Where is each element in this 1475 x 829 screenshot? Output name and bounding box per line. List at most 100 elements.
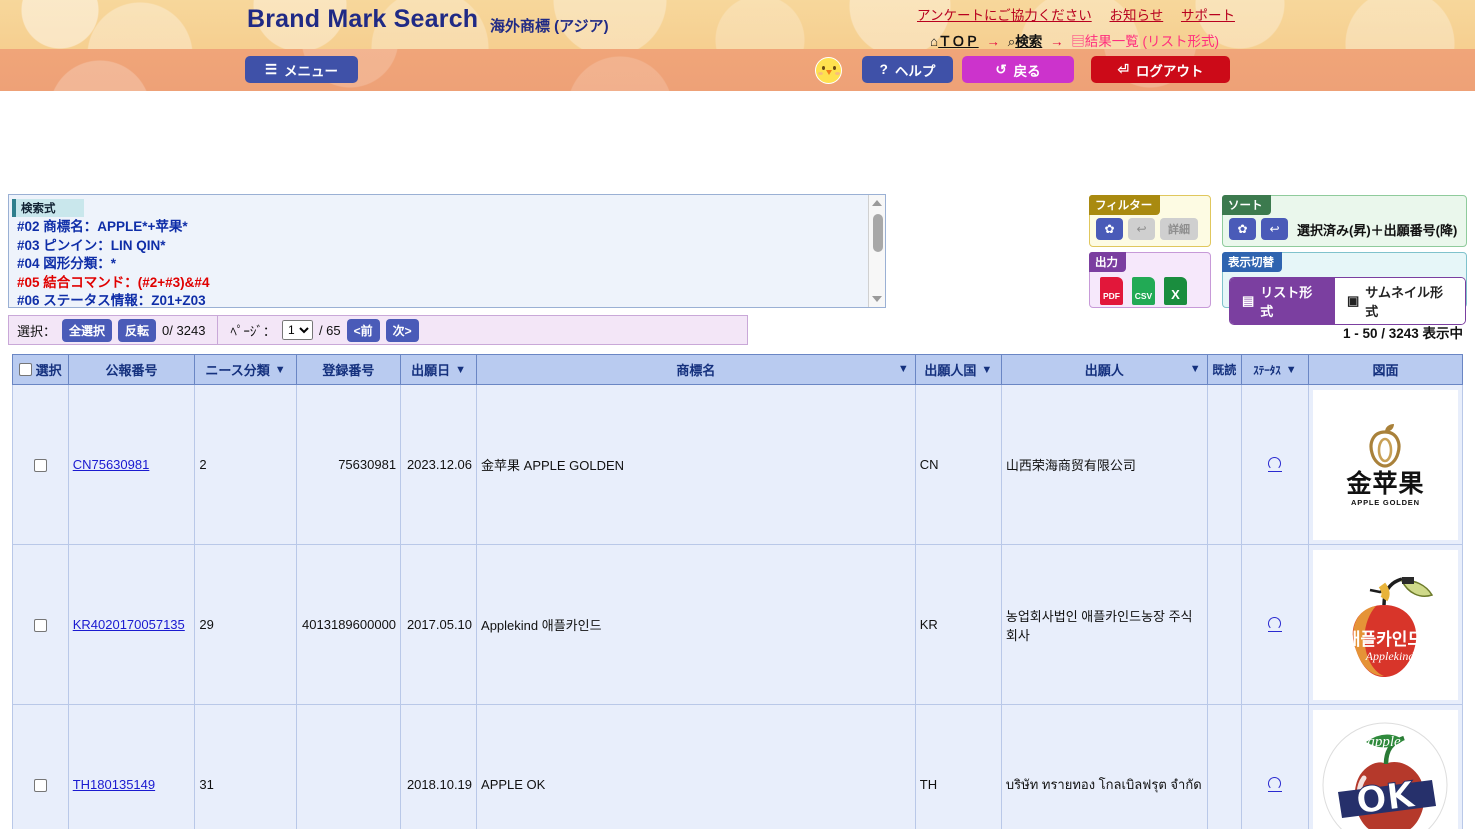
app-subtitle: 海外商標 (アジア) [490, 18, 609, 35]
cell-applicant: 山西荣海商贸有限公司 [1000, 384, 1208, 545]
col-applicant[interactable]: 出願人 ▼ [1000, 354, 1208, 385]
status-circle-icon[interactable] [1268, 456, 1283, 472]
sort-value: 選択済み(昇)＋出願番号(降) [1297, 222, 1458, 238]
survey-link[interactable]: アンケートにご協力ください [917, 8, 1092, 23]
scroll-thumb[interactable] [872, 214, 883, 252]
logout-button[interactable]: ⏎ ログアウト [1091, 56, 1230, 83]
formula-scrollbar[interactable] [868, 195, 885, 307]
toolbar [0, 49, 1475, 91]
breadcrumb-search[interactable]: 検索 [1015, 34, 1042, 49]
pagination-bar: 選択： 全選択 反転 0/ 3243 ﾍﾟｰｼﾞ： 1 / 65 <前 次> [8, 315, 748, 345]
cell-country: TH [914, 704, 1002, 829]
filter-reset-button[interactable]: ↩ [1128, 218, 1155, 240]
trademark-image: apple OK [1312, 709, 1458, 829]
sort-reset-button[interactable]: ↩ [1261, 218, 1288, 240]
export-excel-icon[interactable]: X [1164, 277, 1187, 305]
gear-icon: ✿ [1104, 222, 1115, 236]
row-checkbox[interactable] [33, 619, 47, 633]
filter-funnel-icon[interactable]: ▼ [898, 363, 909, 375]
header-links: アンケートにご協力ください お知らせ サポート [917, 4, 1235, 24]
prev-page-button[interactable]: <前 [346, 318, 380, 342]
sort-settings-button[interactable]: ✿ [1229, 218, 1256, 240]
cell-app-date: 2017.05.10 [400, 544, 478, 705]
filter-funnel-icon[interactable]: ▼ [455, 364, 466, 376]
breadcrumb-top[interactable]: ＴＯＰ [938, 34, 979, 49]
list-view-icon: ▤ [1242, 293, 1255, 308]
sort-panel-title: ソート [1222, 195, 1271, 215]
cell-reg-no: 75630981 [295, 384, 402, 545]
results-table: 選択 公報番号 ニース分類 ▼ 登録番号 出願日 ▼ 商標名 ▼ 出願人国 ▼ 出願人… [12, 354, 1464, 829]
filter-detail-button[interactable]: 詳細 [1160, 218, 1198, 240]
col-read[interactable]: 既読 [1206, 354, 1243, 385]
breadcrumb-current: ▤結果一覧 (リスト形式) [1071, 34, 1220, 49]
breadcrumb-arrow-1: → [986, 34, 1000, 49]
filter-funnel-icon[interactable]: ▼ [1286, 364, 1297, 376]
cell-figure[interactable]: 애플카인드 Applekind [1307, 544, 1464, 705]
select-label: 選択： [17, 323, 57, 339]
cell-figure[interactable]: apple OK [1307, 704, 1464, 829]
page-total: / 65 [318, 322, 341, 338]
cell-pub-no[interactable]: CN75630981 [67, 384, 196, 545]
cell-status[interactable] [1241, 704, 1309, 829]
filter-funnel-icon[interactable]: ▼ [981, 364, 992, 376]
scroll-up-icon[interactable] [872, 200, 882, 206]
figure-text: 애플카인드 [1345, 630, 1424, 650]
select-all-button[interactable]: 全選択 [62, 318, 113, 342]
cell-applicant: บริษัท ทรายทอง โกลเบิลฟรุต จำกัด [1000, 704, 1208, 829]
status-circle-icon[interactable] [1268, 776, 1283, 792]
col-app-date[interactable]: 出願日 ▼ [400, 354, 478, 385]
col-reg-no[interactable]: 登録番号 [295, 354, 402, 385]
table-row: TH180135149 31 2018.10.19 APPLE OK TH บร… [12, 704, 1464, 829]
col-mark-name[interactable]: 商標名 ▼ [476, 354, 916, 385]
status-circle-icon[interactable] [1268, 616, 1283, 632]
col-pub-no[interactable]: 公報番号 [67, 354, 196, 385]
scroll-down-icon[interactable] [872, 296, 882, 302]
cell-select[interactable] [12, 544, 69, 705]
selected-count: 0/ 3243 [162, 322, 206, 338]
cell-applicant: 농업회사법인 애플카인드농장 주식회사 [1000, 544, 1208, 705]
help-label: ヘルプ [894, 63, 936, 79]
filter-panel-title: フィルター [1089, 195, 1161, 215]
export-pdf-icon[interactable]: PDF [1100, 277, 1123, 305]
cell-pub-no[interactable]: TH180135149 [67, 704, 196, 829]
question-icon: ? [879, 62, 888, 77]
pub-no-link[interactable]: KR4020170057135 [73, 617, 185, 632]
cell-figure[interactable]: 金苹果 APPLE GOLDEN [1307, 384, 1464, 545]
page-select[interactable]: 1 [281, 320, 313, 340]
col-figure[interactable]: 図面 [1307, 354, 1464, 385]
support-link[interactable]: サポート [1181, 8, 1235, 23]
cell-pub-no[interactable]: KR4020170057135 [67, 544, 196, 705]
news-link[interactable]: お知らせ [1109, 8, 1163, 23]
col-country[interactable]: 出願人国 ▼ [914, 354, 1002, 385]
filter-funnel-icon[interactable]: ▼ [1190, 363, 1201, 375]
help-button[interactable]: ? ヘルプ [862, 56, 953, 83]
invert-selection-button[interactable]: 反転 [118, 318, 157, 342]
view-list-button[interactable]: ▤ リスト形式 [1230, 278, 1335, 324]
col-nice[interactable]: ニース分類 ▼ [194, 354, 297, 385]
export-csv-icon[interactable]: CSV [1132, 277, 1155, 305]
next-page-button[interactable]: 次> [385, 318, 419, 342]
page-label: ﾍﾟｰｼﾞ： [230, 323, 276, 339]
row-checkbox[interactable] [33, 459, 47, 473]
cell-reg-no: 4013189600000 [295, 544, 402, 705]
back-button[interactable]: ↺ 戻る [962, 56, 1074, 83]
menu-label: メニュー [284, 63, 339, 79]
row-checkbox[interactable] [33, 779, 47, 793]
cell-status[interactable] [1241, 384, 1309, 545]
view-thumbnail-button[interactable]: ▣ サムネイル形式 [1334, 278, 1465, 324]
search-formula-box[interactable]: 検索式 #02 商標名：APPLE*+苹果* #03 ピンイン：LIN QIN*… [8, 194, 886, 308]
filter-funnel-icon[interactable]: ▼ [275, 364, 286, 376]
filter-settings-button[interactable]: ✿ [1096, 218, 1123, 240]
col-status[interactable]: ｽﾃｰﾀｽ ▼ [1241, 354, 1309, 385]
cell-status[interactable] [1241, 544, 1309, 705]
cell-select[interactable] [12, 384, 69, 545]
cell-nice: 2 [194, 384, 297, 545]
cell-select[interactable] [12, 704, 69, 829]
col-select[interactable]: 選択 [12, 354, 69, 385]
logout-icon: ⏎ [1117, 61, 1129, 77]
output-panel: 出力 PDF CSV X [1089, 252, 1211, 308]
select-all-checkbox[interactable] [19, 363, 33, 376]
pub-no-link[interactable]: CN75630981 [73, 457, 150, 472]
menu-button[interactable]: ☰ メニュー [245, 56, 358, 83]
pub-no-link[interactable]: TH180135149 [73, 777, 155, 792]
